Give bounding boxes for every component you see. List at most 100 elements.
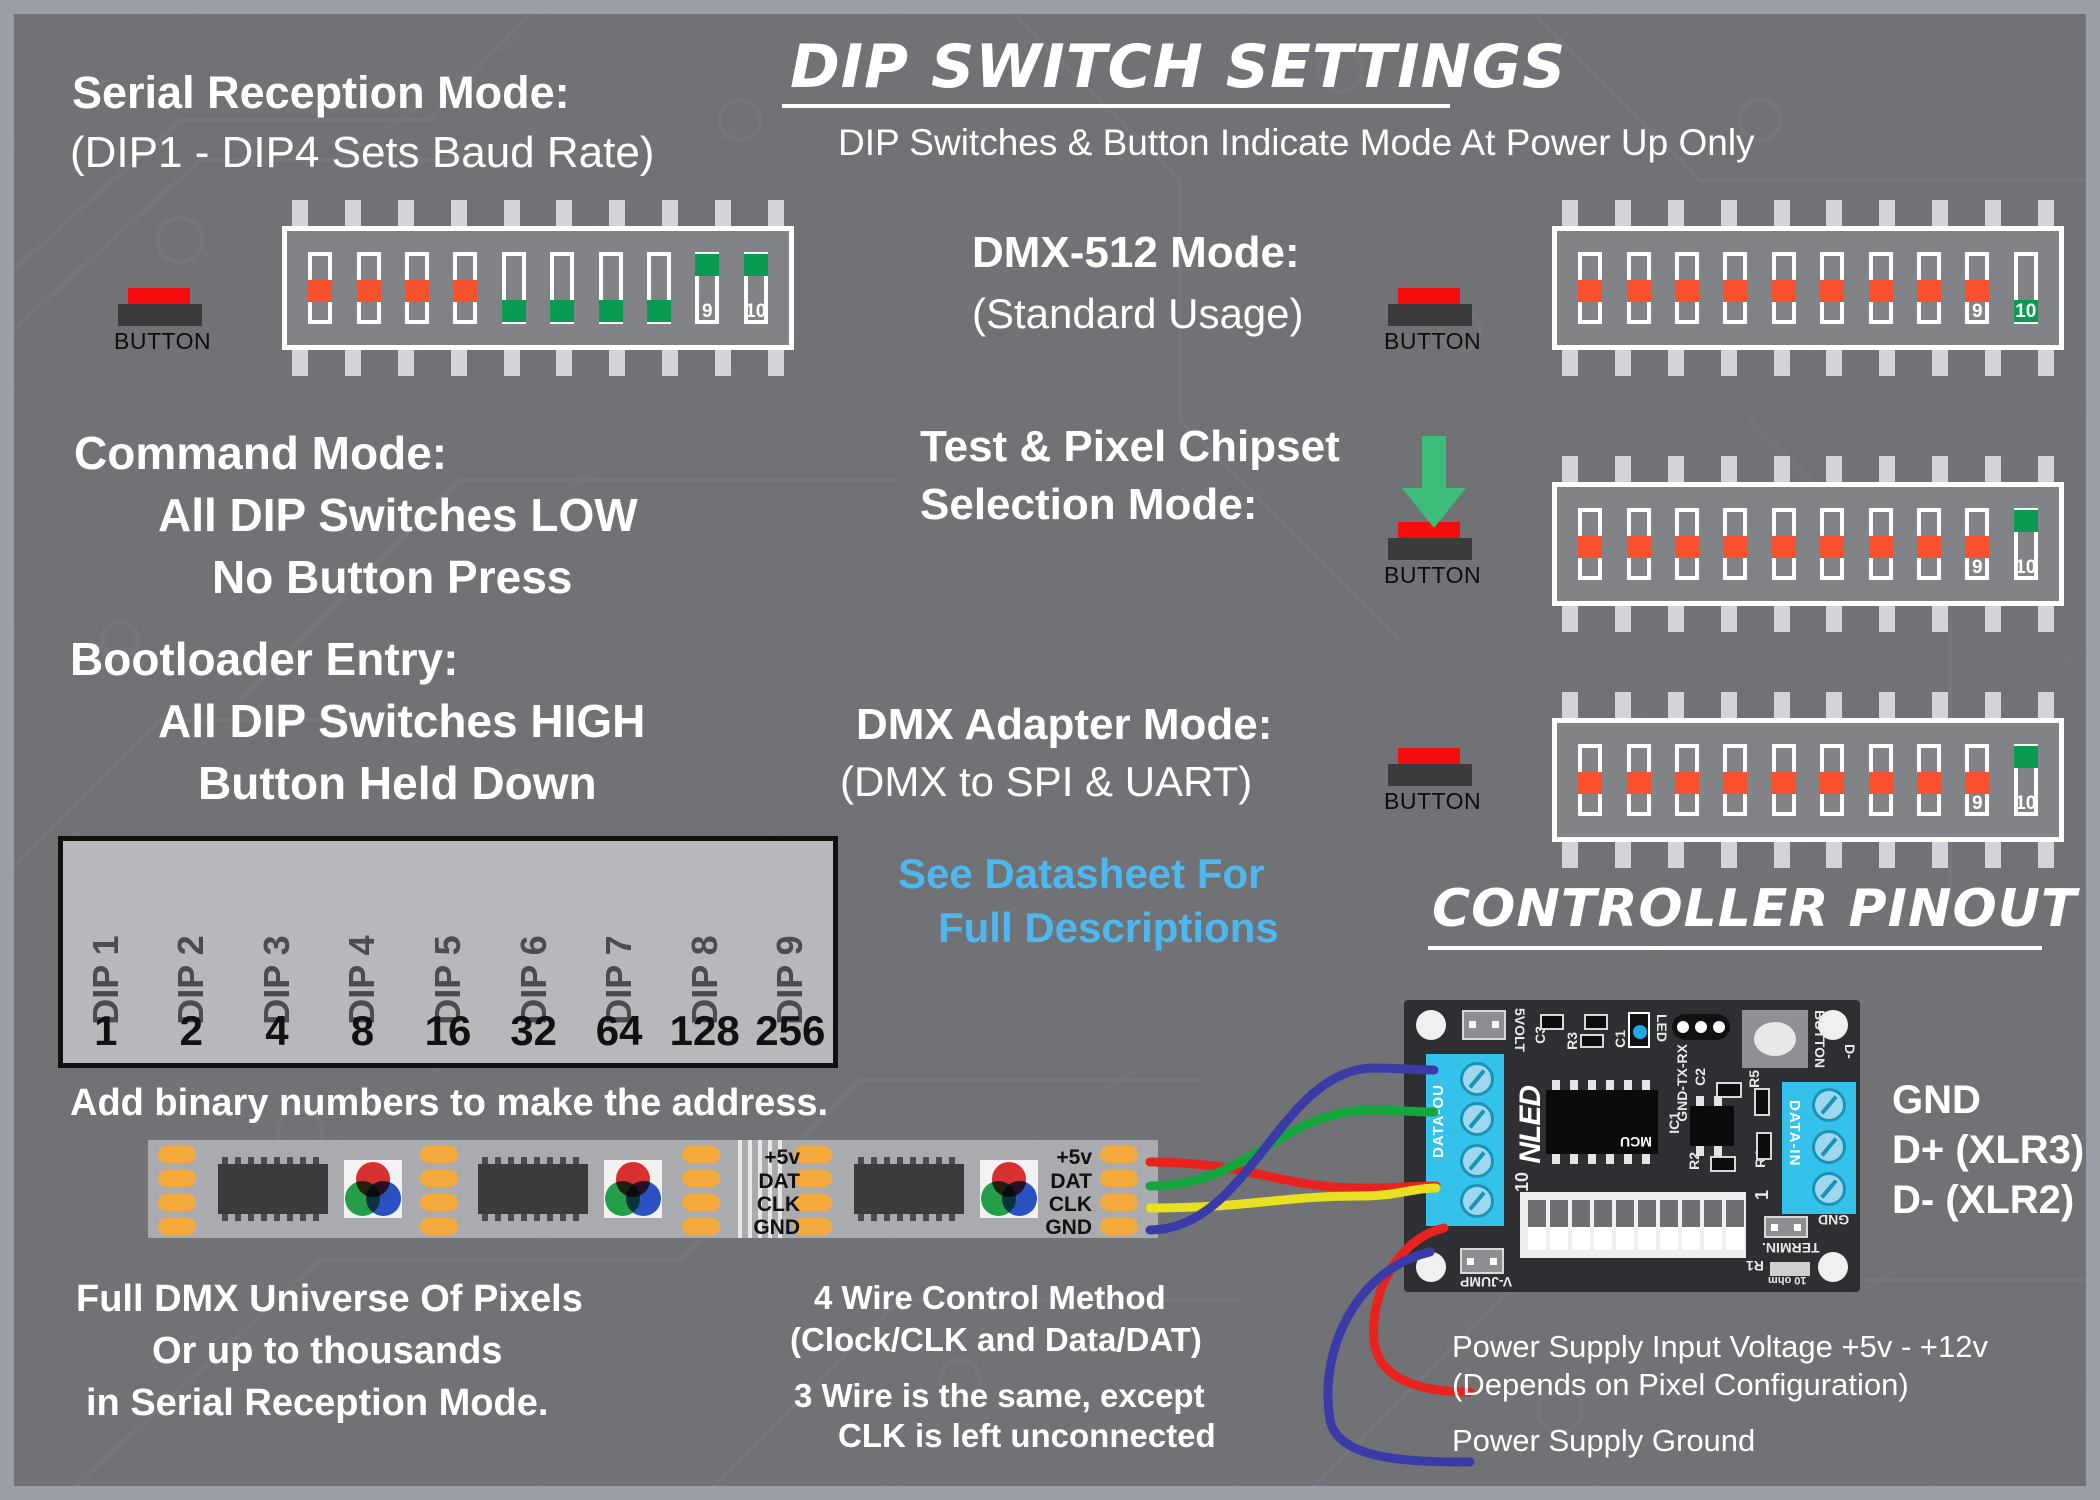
dip-slider-1[interactable] [1578, 772, 1603, 794]
dip-slot-2[interactable] [1626, 252, 1651, 324]
dip-slot-10[interactable]: 10 [2013, 508, 2038, 580]
dip-slider-1[interactable] [1578, 536, 1603, 558]
dip-slot-8[interactable] [646, 252, 671, 324]
dip-slot-5[interactable] [1771, 508, 1796, 580]
board-dip-switch[interactable] [1638, 1200, 1656, 1250]
dip-slot-2[interactable] [356, 252, 381, 324]
dip-slider-7[interactable] [1868, 280, 1893, 302]
board-dip-switch[interactable] [1550, 1200, 1568, 1250]
terminal-screw[interactable] [1460, 1144, 1494, 1178]
dip-slider-4[interactable] [1723, 772, 1748, 794]
board-dip-switch[interactable] [1682, 1200, 1700, 1250]
dip-slot-2[interactable] [1626, 508, 1651, 580]
board-dip-switch[interactable] [1726, 1200, 1744, 1250]
dip-slot-5[interactable] [1771, 744, 1796, 816]
dip-slider-7[interactable] [1868, 772, 1893, 794]
terminal-screw[interactable] [1812, 1130, 1846, 1164]
dip-slot-4[interactable] [453, 252, 478, 324]
dip-switch-dmx-adapter-mode[interactable]: 9 10 [1552, 692, 2064, 868]
dip-slot-1[interactable] [1578, 508, 1603, 580]
board-dip-switch[interactable] [1528, 1200, 1546, 1250]
dip-slider-7[interactable] [1868, 536, 1893, 558]
dip-slider-6[interactable] [1820, 772, 1845, 794]
dip-slider-7[interactable] [598, 300, 623, 322]
dip-slot-7[interactable] [1868, 508, 1893, 580]
dip-slot-8[interactable] [1916, 744, 1941, 816]
dip-slot-5[interactable] [1771, 252, 1796, 324]
dip-slider-9[interactable] [695, 254, 720, 276]
dip-slot-8[interactable] [1916, 508, 1941, 580]
terminal-screw[interactable] [1460, 1102, 1494, 1136]
board-dip-switch[interactable] [1572, 1200, 1590, 1250]
dip-slot-3[interactable] [1674, 508, 1699, 580]
dip-slot-1[interactable] [1578, 252, 1603, 324]
data-in-terminal[interactable]: DATA-IN [1782, 1082, 1856, 1214]
dip-slider-6[interactable] [1820, 536, 1845, 558]
terminal-screw[interactable] [1460, 1184, 1494, 1218]
dip-slot-5[interactable] [501, 252, 526, 324]
dip-slot-7[interactable] [598, 252, 623, 324]
dip-slot-2[interactable] [1626, 744, 1651, 816]
dip-slider-6[interactable] [550, 300, 575, 322]
terminal-screw[interactable] [1812, 1088, 1846, 1122]
dip-switch-dmx512-mode[interactable]: 9 10 [1552, 200, 2064, 376]
terminal-screw[interactable] [1812, 1172, 1846, 1206]
board-button[interactable] [1742, 1010, 1808, 1068]
dip-slider-2[interactable] [1626, 772, 1651, 794]
dip-slider-10[interactable] [2013, 510, 2038, 532]
dip-slot-3[interactable] [1674, 252, 1699, 324]
dip-slider-2[interactable] [1626, 280, 1651, 302]
dip-slot-8[interactable] [1916, 252, 1941, 324]
dip-slider-8[interactable] [1916, 536, 1941, 558]
dip-slider-8[interactable] [1916, 772, 1941, 794]
dip-slider-4[interactable] [453, 280, 478, 302]
dip-switch-test-pixel-mode[interactable]: 9 10 [1552, 456, 2064, 632]
board-dip-switch[interactable] [1704, 1200, 1722, 1250]
dip-slot-9[interactable]: 9 [1965, 252, 1990, 324]
dip-slot-10[interactable]: 10 [743, 252, 768, 324]
dip-slider-8[interactable] [1916, 280, 1941, 302]
dip-slider-4[interactable] [1723, 536, 1748, 558]
dip-slot-3[interactable] [404, 252, 429, 324]
dip-switch-serial-mode[interactable]: 9 10 [282, 200, 794, 376]
dip-slider-9[interactable] [1965, 280, 1990, 302]
dip-slider-5[interactable] [1771, 536, 1796, 558]
dip-slider-5[interactable] [1771, 772, 1796, 794]
dip-slider-4[interactable] [1723, 280, 1748, 302]
dip-slot-4[interactable] [1723, 744, 1748, 816]
dip-slot-3[interactable] [1674, 744, 1699, 816]
dip-slot-7[interactable] [1868, 252, 1893, 324]
dip-slot-6[interactable] [1820, 508, 1845, 580]
dip-slot-9[interactable]: 9 [1965, 744, 1990, 816]
dip-slot-6[interactable] [550, 252, 575, 324]
dip-slot-10[interactable]: 10 [2013, 744, 2038, 816]
board-dip-switch[interactable] [1616, 1200, 1634, 1250]
dip-slot-6[interactable] [1820, 744, 1845, 816]
dip-slider-1[interactable] [1578, 280, 1603, 302]
dip-slider-1[interactable] [308, 280, 333, 302]
dip-slot-9[interactable]: 9 [695, 252, 720, 324]
dip-slider-9[interactable] [1965, 536, 1990, 558]
dip-slider-5[interactable] [1771, 280, 1796, 302]
board-dip-switch[interactable] [1594, 1200, 1612, 1250]
dip-slider-6[interactable] [1820, 280, 1845, 302]
dip-slot-6[interactable] [1820, 252, 1845, 324]
dip-slider-10[interactable] [2013, 746, 2038, 768]
dip-slider-10[interactable] [743, 254, 768, 276]
dip-slider-3[interactable] [404, 280, 429, 302]
dip-slot-4[interactable] [1723, 508, 1748, 580]
dip-slot-4[interactable] [1723, 252, 1748, 324]
board-dip-switch-bank[interactable] [1520, 1192, 1746, 1258]
dip-slider-3[interactable] [1674, 536, 1699, 558]
dip-slider-5[interactable] [501, 300, 526, 322]
dip-slider-9[interactable] [1965, 772, 1990, 794]
dip-slider-2[interactable] [1626, 536, 1651, 558]
dip-slot-10[interactable]: 10 [2013, 252, 2038, 324]
terminal-screw[interactable] [1460, 1062, 1494, 1096]
dip-slot-1[interactable] [1578, 744, 1603, 816]
dip-slider-8[interactable] [646, 300, 671, 322]
dip-slider-2[interactable] [356, 280, 381, 302]
dip-slider-3[interactable] [1674, 280, 1699, 302]
dip-slider-3[interactable] [1674, 772, 1699, 794]
dip-slot-9[interactable]: 9 [1965, 508, 1990, 580]
